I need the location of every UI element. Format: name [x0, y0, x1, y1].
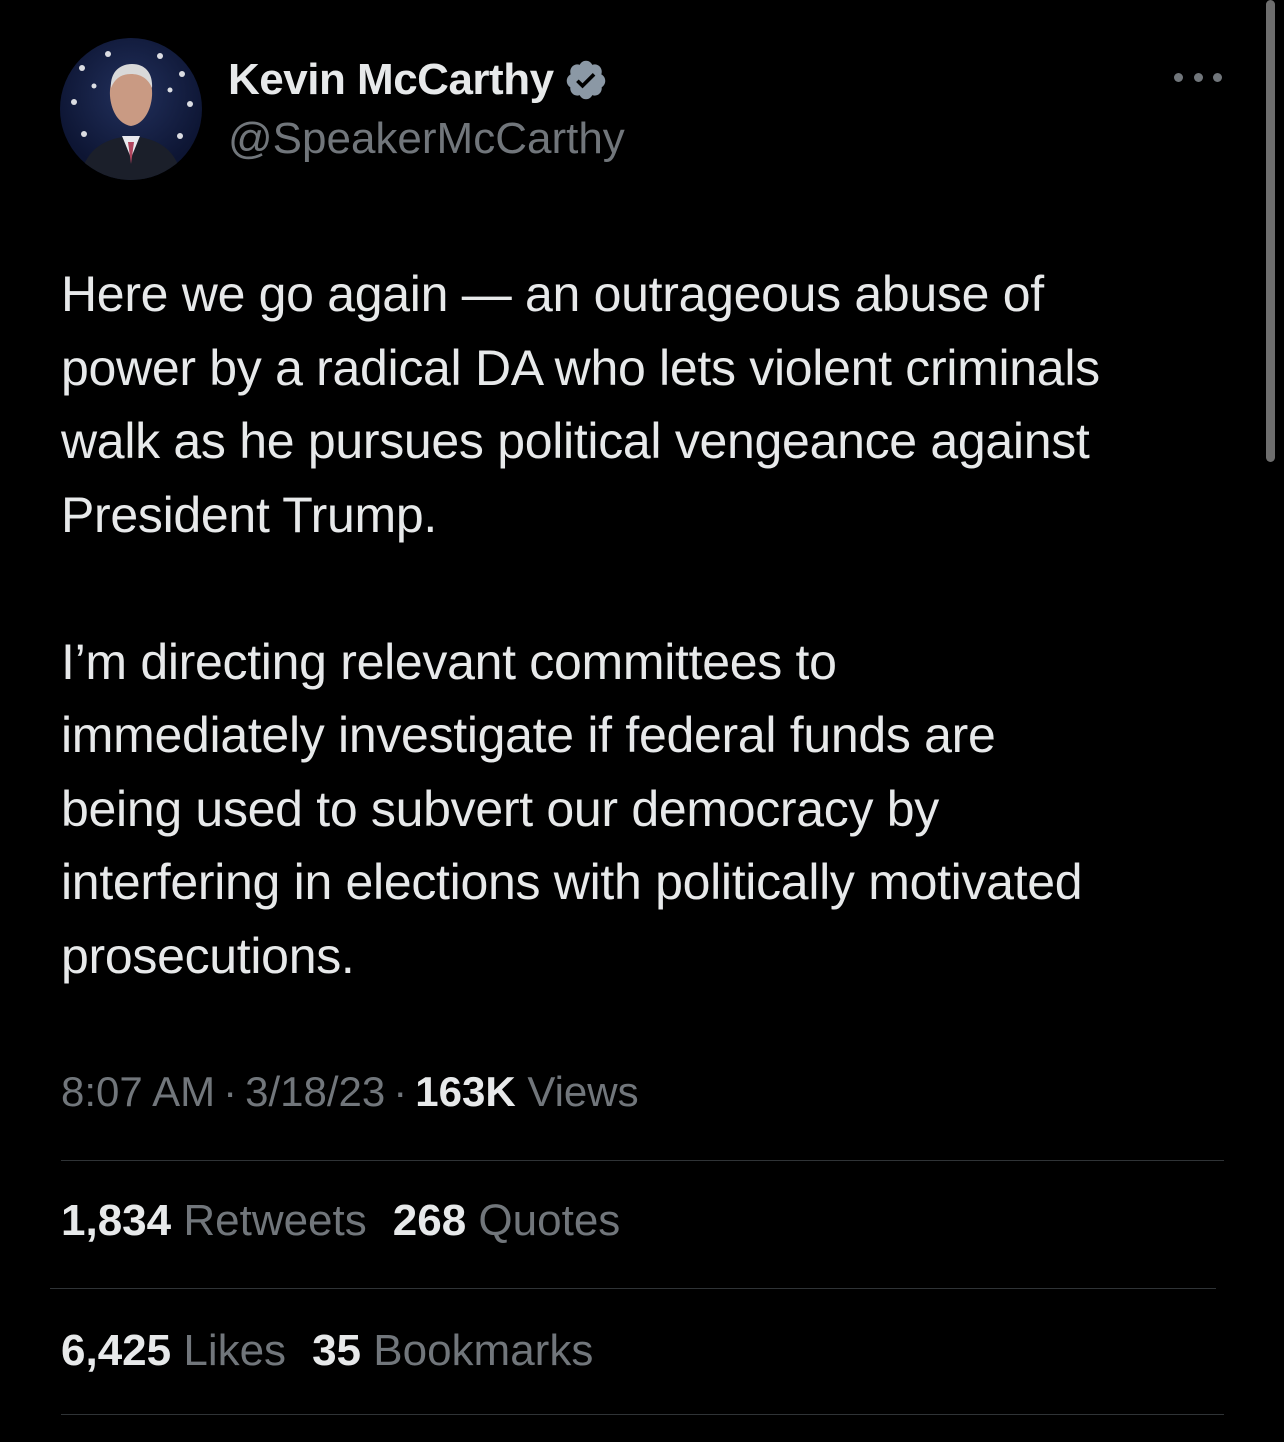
bookmarks-stat[interactable]: 35 Bookmarks [312, 1326, 593, 1376]
avatar[interactable] [60, 38, 202, 180]
stats-row-engagement: 1,834 Retweets 268 Quotes [61, 1196, 646, 1246]
retweets-count: 1,834 [61, 1196, 172, 1245]
divider [50, 1288, 1216, 1289]
more-horizontal-icon[interactable] [1174, 60, 1222, 94]
views-count: 163K [415, 1068, 516, 1115]
likes-stat[interactable]: 6,425 Likes [61, 1326, 286, 1376]
quotes-stat[interactable]: 268 Quotes [393, 1196, 621, 1246]
author-display-name[interactable]: Kevin McCarthy [228, 55, 554, 105]
author-name-row[interactable]: Kevin McCarthy [228, 52, 608, 108]
tweet-detail: Kevin McCarthy @SpeakerMcCarthy Here we … [0, 0, 1284, 1442]
meta-separator: · [223, 1068, 238, 1115]
divider [61, 1414, 1224, 1415]
stats-row-likes: 6,425 Likes 35 Bookmarks [61, 1326, 619, 1376]
author-handle[interactable]: @SpeakerMcCarthy [228, 114, 625, 164]
bookmarks-label: Bookmarks [373, 1326, 594, 1375]
likes-label: Likes [183, 1326, 287, 1375]
avatar-image [71, 51, 193, 180]
retweets-label: Retweets [183, 1196, 367, 1245]
tweet-time[interactable]: 8:07 AM [61, 1068, 215, 1115]
tweet-text: Here we go again — an outrageous abuse o… [61, 266, 1100, 984]
retweets-stat[interactable]: 1,834 Retweets [61, 1196, 367, 1246]
verified-badge-icon [566, 60, 605, 100]
tweet-meta: 8:07 AM · 3/18/23 · 163K Views [61, 1068, 639, 1116]
quotes-count: 268 [392, 1196, 467, 1245]
quotes-label: Quotes [478, 1196, 621, 1245]
divider [61, 1160, 1224, 1161]
scrollbar[interactable] [1266, 0, 1275, 462]
tweet-date[interactable]: 3/18/23 [245, 1068, 385, 1115]
views-label: Views [527, 1068, 639, 1115]
meta-separator: · [393, 1068, 408, 1115]
bookmarks-count: 35 [312, 1326, 362, 1375]
likes-count: 6,425 [61, 1326, 172, 1375]
